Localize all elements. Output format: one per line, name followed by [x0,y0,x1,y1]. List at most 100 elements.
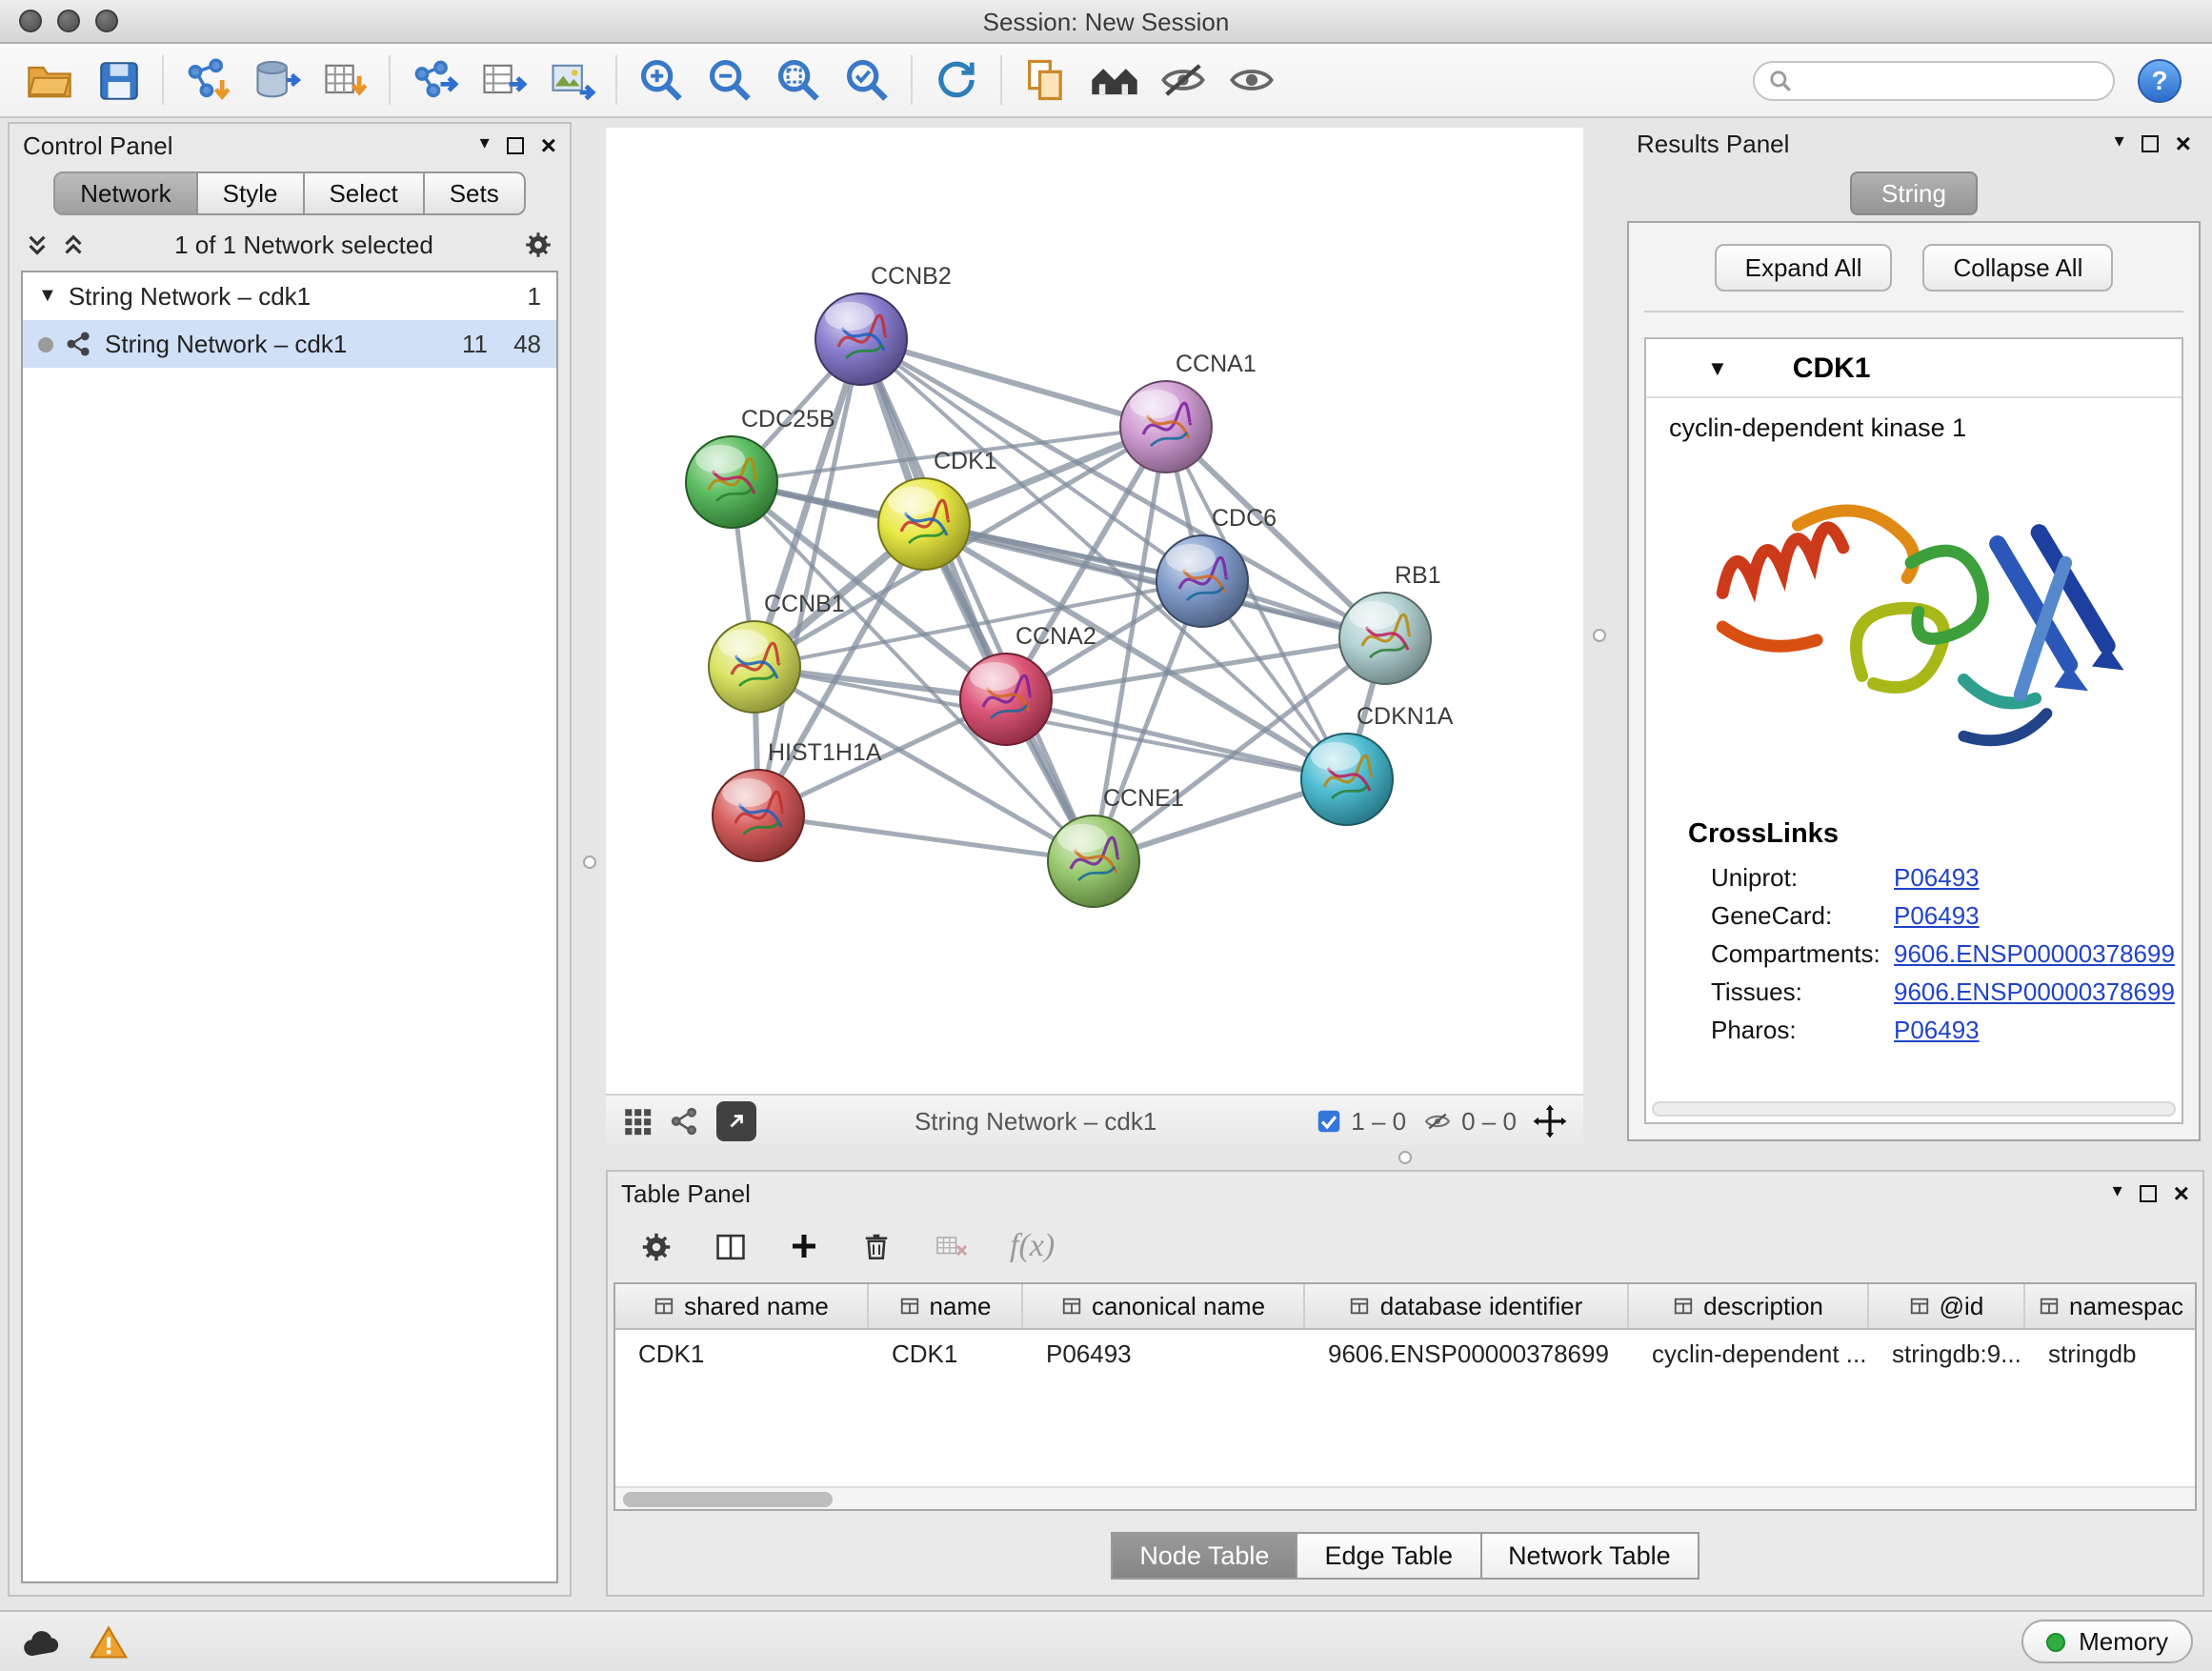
show-all-button[interactable] [1217,50,1286,111]
pan-crosshair-icon[interactable] [1532,1102,1568,1138]
birds-eye-view-icon[interactable] [669,1104,701,1137]
network-node-CDC25B[interactable]: CDC25B [686,406,835,528]
panel-menu-icon[interactable]: ▾ [2115,133,2124,152]
panel-menu-icon[interactable]: ▾ [2113,1183,2122,1202]
network-options-gear-icon[interactable] [522,229,554,261]
float-panel-icon[interactable] [507,136,524,153]
maximize-window-button[interactable] [95,10,118,32]
search-box[interactable] [1753,60,2115,100]
import-table-button[interactable] [311,50,379,111]
column-header-namespac[interactable]: namespac [2025,1284,2197,1328]
tab-node-table[interactable]: Node Table [1111,1532,1297,1580]
results-scrollbar[interactable] [1652,1101,2176,1117]
search-input[interactable] [1802,67,2100,93]
table-row[interactable]: CDK1CDK1P064939606.ENSP00000378699cyclin… [615,1330,2195,1376]
crosslink-link[interactable]: P06493 [1894,862,1980,891]
close-window-button[interactable] [19,10,42,32]
tab-style[interactable]: Style [198,171,305,215]
import-network-database-button[interactable] [242,50,311,111]
tab-edge-table[interactable]: Edge Table [1297,1532,1481,1580]
table-cell[interactable]: CDK1 [615,1339,869,1367]
network-node-HIST1H1A[interactable]: HIST1H1A [713,739,882,861]
tab-network[interactable]: Network [53,171,197,215]
save-session-button[interactable] [84,50,152,111]
table-cell[interactable]: CDK1 [869,1339,1023,1367]
column-header-name[interactable]: name [869,1284,1023,1328]
help-button[interactable]: ? [2138,58,2182,102]
first-neighbors-button[interactable] [1080,50,1149,111]
expand-all-icon[interactable] [61,232,86,258]
clear-table-icon-disabled[interactable] [932,1229,972,1263]
crosslink-link[interactable]: 9606.ENSP00000378699 [1894,976,2175,1005]
network-node-CDK1[interactable]: CDK1 [878,448,997,570]
column-header-shared-name[interactable]: shared name [615,1284,869,1328]
warning-icon[interactable] [88,1622,130,1661]
crosslink-link[interactable]: P06493 [1894,900,1980,929]
left-splitter-handle[interactable] [583,856,596,869]
table-cell[interactable]: stringdb:9... [1869,1339,2025,1367]
crosslink-link[interactable]: P06493 [1894,1015,1980,1043]
float-panel-icon[interactable] [2140,1184,2157,1201]
open-session-button[interactable] [15,50,84,111]
horizontal-splitter-handle[interactable] [1398,1151,1412,1164]
selected-checkbox-icon[interactable] [1315,1106,1343,1135]
float-panel-icon[interactable] [2142,134,2159,151]
table-horizontal-scrollbar[interactable] [615,1486,2195,1509]
column-header--id[interactable]: @id [1869,1284,2025,1328]
add-column-icon[interactable] [787,1229,821,1263]
network-node-CDKN1A[interactable]: CDKN1A [1301,703,1454,825]
section-collapse-icon[interactable]: ▼ [1707,357,1728,380]
right-splitter-handle[interactable] [1593,629,1606,642]
hide-selected-button[interactable] [1149,50,1217,111]
detach-view-button[interactable] [716,1100,756,1140]
network-canvas[interactable]: CCNB2CCNA1CDC25BCDK1CDC6RB1CCNB1CCNA2CDK… [606,128,1583,1094]
import-network-file-button[interactable] [173,50,242,111]
zoom-out-button[interactable] [695,50,764,111]
tab-string[interactable]: String [1849,171,1979,215]
export-table-button[interactable] [469,50,537,111]
delete-column-trash-icon[interactable] [859,1229,894,1263]
zoom-fit-button[interactable] [764,50,833,111]
cloud-status-icon[interactable] [19,1622,65,1661]
duplicate-network-button[interactable] [1012,50,1080,111]
collection-expand-icon[interactable]: ▼ [38,286,57,307]
table-cell[interactable]: stringdb [2025,1339,2197,1367]
apply-layout-button[interactable] [922,50,991,111]
tab-sets[interactable]: Sets [425,171,526,215]
export-network-button[interactable] [400,50,469,111]
close-panel-icon[interactable]: × [2176,130,2191,156]
show-columns-icon[interactable] [713,1228,749,1264]
column-header-canonical-name[interactable]: canonical name [1023,1284,1305,1328]
network-collection-row[interactable]: ▼ String Network – cdk1 1 [23,272,556,320]
crosslink-link[interactable]: 9606.ENSP00000378699 [1894,938,2175,967]
table-cell[interactable]: cyclin-dependent ... [1629,1339,1869,1367]
collapse-all-button[interactable]: Collapse All [1923,244,2114,292]
network-node-CCNB2[interactable]: CCNB2 [815,263,952,385]
column-header-database-identifier[interactable]: database identifier [1305,1284,1629,1328]
grid-view-icon[interactable] [621,1104,654,1137]
table-options-gear-icon[interactable] [638,1228,674,1264]
close-panel-icon[interactable]: × [2174,1179,2189,1206]
zoom-in-button[interactable] [627,50,695,111]
hidden-eye-slash-icon[interactable] [1421,1106,1454,1135]
close-panel-icon[interactable]: × [541,131,556,158]
network-row-selected[interactable]: String Network – cdk1 11 48 [23,320,556,368]
network-node-RB1[interactable]: RB1 [1339,562,1441,684]
column-header-description[interactable]: description [1629,1284,1869,1328]
network-edge[interactable] [861,339,1094,861]
memory-button[interactable]: Memory [2021,1620,2193,1663]
tab-network-table[interactable]: Network Table [1481,1532,1699,1580]
table-cell[interactable]: P06493 [1023,1339,1305,1367]
zoom-selected-button[interactable] [833,50,901,111]
tab-select[interactable]: Select [304,171,424,215]
network-node-CCNA1[interactable]: CCNA1 [1120,351,1257,473]
scrollbar-thumb[interactable] [623,1492,833,1507]
function-builder-button[interactable]: f(x) [1010,1227,1055,1265]
panel-menu-icon[interactable]: ▾ [480,135,490,154]
network-edge[interactable] [758,815,1094,861]
table-cell[interactable]: 9606.ENSP00000378699 [1305,1339,1629,1367]
export-image-button[interactable] [537,50,606,111]
minimize-window-button[interactable] [57,10,80,32]
expand-all-button[interactable]: Expand All [1715,244,1893,292]
collapse-all-icon[interactable] [25,232,50,258]
